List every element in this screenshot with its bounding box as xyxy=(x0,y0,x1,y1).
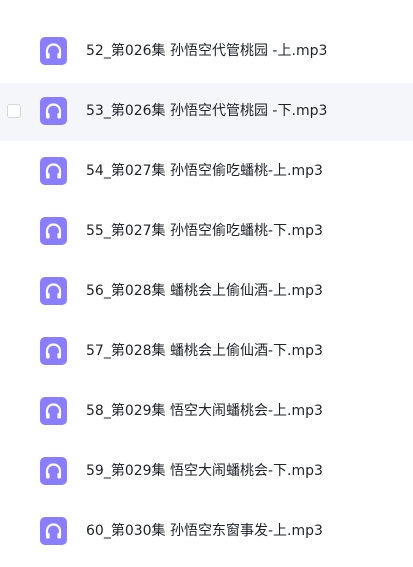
file-name[interactable]: 54_第027集 孙悟空偷吃蟠桃-上.mp3 xyxy=(86,161,323,181)
audio-file-icon xyxy=(40,217,67,245)
file-name[interactable]: 56_第028集 蟠桃会上偷仙酒-上.mp3 xyxy=(86,281,323,301)
file-name[interactable]: 60_第030集 孙悟空东窗事发-上.mp3 xyxy=(86,521,323,541)
file-name[interactable]: 58_第029集 悟空大闹蟠桃会-上.mp3 xyxy=(86,401,323,421)
file-row-partial[interactable] xyxy=(0,0,413,12)
file-row[interactable]: 57_第028集 蟠桃会上偷仙酒-下.mp3 xyxy=(0,323,413,381)
file-row[interactable]: 52_第026集 孙悟空代管桃园 -上.mp3 xyxy=(0,23,413,81)
audio-file-icon xyxy=(40,517,67,545)
file-row[interactable]: 58_第029集 悟空大闹蟠桃会-上.mp3 xyxy=(0,383,413,441)
audio-file-icon xyxy=(40,397,67,425)
file-name[interactable]: 52_第026集 孙悟空代管桃园 -上.mp3 xyxy=(86,41,327,61)
audio-file-icon xyxy=(40,277,67,305)
audio-file-icon xyxy=(40,457,67,485)
file-list: 52_第026集 孙悟空代管桃园 -上.mp3 53_第026集 孙悟空代管桃园… xyxy=(0,0,413,567)
audio-file-icon xyxy=(40,337,67,365)
file-row-hovered[interactable]: 53_第026集 孙悟空代管桃园 -下.mp3 xyxy=(0,83,413,141)
file-row[interactable]: 60_第030集 孙悟空东窗事发-上.mp3 xyxy=(0,503,413,561)
audio-file-icon xyxy=(40,97,67,125)
file-name[interactable]: 57_第028集 蟠桃会上偷仙酒-下.mp3 xyxy=(86,341,323,361)
file-name[interactable]: 55_第027集 孙悟空偷吃蟠桃-下.mp3 xyxy=(86,221,323,241)
file-name[interactable]: 53_第026集 孙悟空代管桃园 -下.mp3 xyxy=(86,101,327,121)
file-row[interactable]: 55_第027集 孙悟空偷吃蟠桃-下.mp3 xyxy=(0,203,413,261)
select-checkbox[interactable] xyxy=(7,104,21,118)
file-name[interactable]: 59_第029集 悟空大闹蟠桃会-下.mp3 xyxy=(86,461,323,481)
file-row[interactable]: 56_第028集 蟠桃会上偷仙酒-上.mp3 xyxy=(0,263,413,321)
audio-file-icon xyxy=(40,37,67,65)
file-row[interactable]: 59_第029集 悟空大闹蟠桃会-下.mp3 xyxy=(0,443,413,501)
file-row[interactable]: 54_第027集 孙悟空偷吃蟠桃-上.mp3 xyxy=(0,143,413,201)
audio-file-icon xyxy=(40,157,67,185)
